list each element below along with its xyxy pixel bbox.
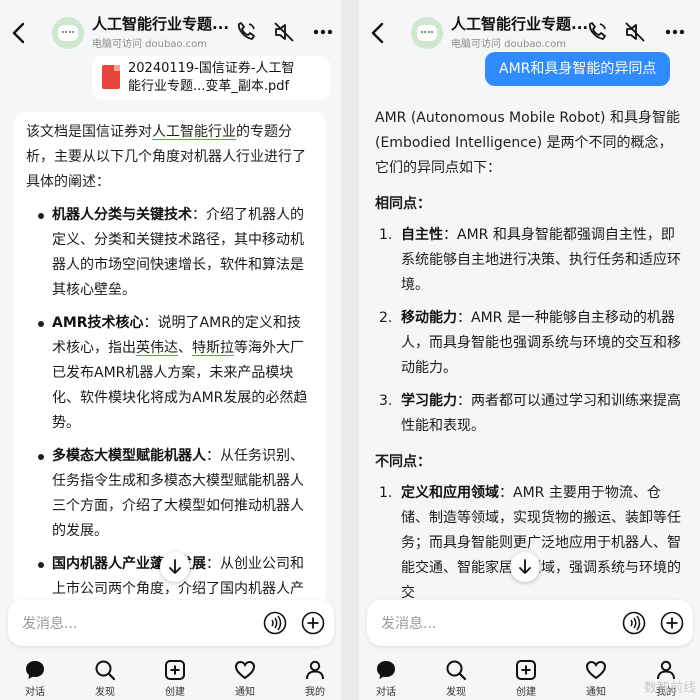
answer-intro: AMR (Autonomous Mobile Robot) 和具身智能 (Emb…	[375, 110, 680, 176]
link-ai-industry[interactable]: 人工智能行业	[152, 124, 236, 140]
bottom-tab-bar: 对话 发现 创建 通知 我的	[0, 655, 341, 700]
app-screenshot: 人工智能行业专题... 电脑可访问 doubao.com 20240119-国信…	[0, 0, 700, 700]
list-item: 1. 自主性：AMR 和具身智能都强调自主性，即系统能够自主地进行决策、执行任务和…	[379, 227, 681, 293]
screenshot-divider	[341, 0, 359, 700]
list-item: 3. 学习能力：两者都可以通过学习和训练来提高性能和表现。	[379, 393, 681, 434]
arrow-down-icon	[519, 559, 531, 574]
mute-speaker-icon[interactable]	[623, 20, 647, 44]
arrow-down-icon	[169, 559, 181, 574]
back-arrow-icon[interactable]	[8, 20, 30, 46]
phone-call-icon[interactable]	[234, 20, 258, 44]
back-arrow-icon[interactable]	[367, 20, 389, 46]
more-options-icon[interactable]	[663, 20, 687, 44]
same-points-list: 1. 自主性：AMR 和具身智能都强调自主性，即系统能够自主地进行决策、执行任务和…	[375, 223, 685, 439]
user-message-bubble: AMR和具身智能的异同点	[485, 52, 671, 86]
tab-notifications[interactable]: 通知	[220, 655, 270, 698]
message-input-bar[interactable]: 发消息...	[8, 600, 334, 646]
right-chat-panel: 人工智能行业专题... 电脑可访问 doubao.com AMR和具身智能的异同…	[359, 0, 700, 700]
left-chat-panel: 人工智能行业专题... 电脑可访问 doubao.com 20240119-国信…	[0, 0, 341, 700]
chat-title: 人工智能行业专题...	[451, 15, 589, 33]
chat-subtitle: 电脑可访问 doubao.com	[451, 39, 566, 50]
diff-points-list: 1. 定义和应用领域：AMR 主要用于物流、仓储、制造等领域，实现货物的搬运、装卸…	[375, 481, 685, 606]
list-item: AMR技术核心：说明了AMR的定义和技术核心，指出英伟达、特斯拉等海外大厂已发布…	[26, 311, 314, 436]
list-item: 2. 移动能力：AMR 是一种能够自主移动的机器人，而具身智能也强调系统与环境的交…	[379, 310, 681, 376]
answer-intro: 该文档是国信证券对人工智能行业的专题分析，主要从以下几个角度对机器人行业进行了具…	[26, 124, 306, 190]
chat-bot-icon	[58, 25, 78, 41]
tab-create[interactable]: 创建	[150, 655, 200, 698]
pdf-attachment[interactable]: 20240119-国信证券-人工智 能行业专题...变革_副本.pdf	[92, 56, 330, 100]
more-options-icon[interactable]	[311, 20, 335, 44]
voice-call-icon[interactable]	[263, 611, 287, 635]
chat-subtitle: 电脑可访问 doubao.com	[92, 39, 207, 50]
section-heading-diff: 不同点：	[375, 454, 431, 470]
heart-icon	[234, 660, 256, 680]
voice-call-icon[interactable]	[622, 611, 646, 635]
message-input-bar[interactable]: 发消息...	[367, 600, 693, 646]
tab-profile[interactable]: 我的	[290, 655, 340, 698]
tab-chat[interactable]: 对话	[10, 655, 60, 698]
scroll-down-button[interactable]	[510, 552, 540, 582]
person-icon	[306, 660, 324, 680]
watermark: 数智前线	[643, 681, 696, 696]
message-input[interactable]: 发消息...	[381, 613, 436, 633]
plus-circle-icon[interactable]	[301, 611, 325, 635]
chat-title: 人工智能行业专题...	[92, 15, 230, 33]
tab-discover[interactable]: 发现	[431, 655, 481, 698]
search-icon	[95, 660, 116, 681]
tab-notifications[interactable]: 通知	[571, 655, 621, 698]
bot-avatar[interactable]	[411, 17, 443, 49]
chat-bubble-icon	[26, 661, 44, 679]
mute-speaker-icon[interactable]	[272, 20, 296, 44]
list-item: 多模态大模型赋能机器人：从任务识别、任务指令生成和多模态大模型赋能机器人三个方面…	[26, 444, 314, 544]
section-heading-same: 相同点：	[375, 196, 431, 212]
bot-answer: AMR (Autonomous Mobile Robot) 和具身智能 (Emb…	[371, 100, 689, 610]
chat-bubble-icon	[377, 661, 395, 679]
list-item: 机器人分类与关键技术：介绍了机器人的定义、分类和关键技术路径，其中移动机器人的市…	[26, 203, 314, 303]
bot-answer: 该文档是国信证券对人工智能行业的专题分析，主要从以下几个角度对机器人行业进行了具…	[14, 112, 326, 612]
plus-circle-icon[interactable]	[660, 611, 684, 635]
phone-call-icon[interactable]	[585, 20, 609, 44]
pdf-file-icon	[102, 65, 120, 89]
answer-bullet-list: 机器人分类与关键技术：介绍了机器人的定义、分类和关键技术路径，其中移动机器人的市…	[26, 203, 314, 612]
message-input[interactable]: 发消息...	[22, 613, 77, 633]
heart-icon	[585, 660, 607, 680]
bot-avatar[interactable]	[52, 17, 84, 49]
list-item: 1. 定义和应用领域：AMR 主要用于物流、仓储、制造等领域，实现货物的搬运、装卸…	[379, 485, 681, 601]
plus-square-icon	[516, 660, 536, 680]
tab-chat[interactable]: 对话	[361, 655, 411, 698]
chat-bot-icon	[417, 25, 437, 41]
scroll-down-button[interactable]	[160, 552, 190, 582]
search-icon	[446, 660, 467, 681]
link-nvidia[interactable]: 英伟达	[136, 340, 178, 356]
link-tesla[interactable]: 特斯拉	[192, 340, 234, 356]
tab-discover[interactable]: 发现	[80, 655, 130, 698]
plus-square-icon	[165, 660, 185, 680]
pdf-file-name: 20240119-国信证券-人工智 能行业专题...变革_副本.pdf	[128, 61, 295, 94]
tab-create[interactable]: 创建	[501, 655, 551, 698]
